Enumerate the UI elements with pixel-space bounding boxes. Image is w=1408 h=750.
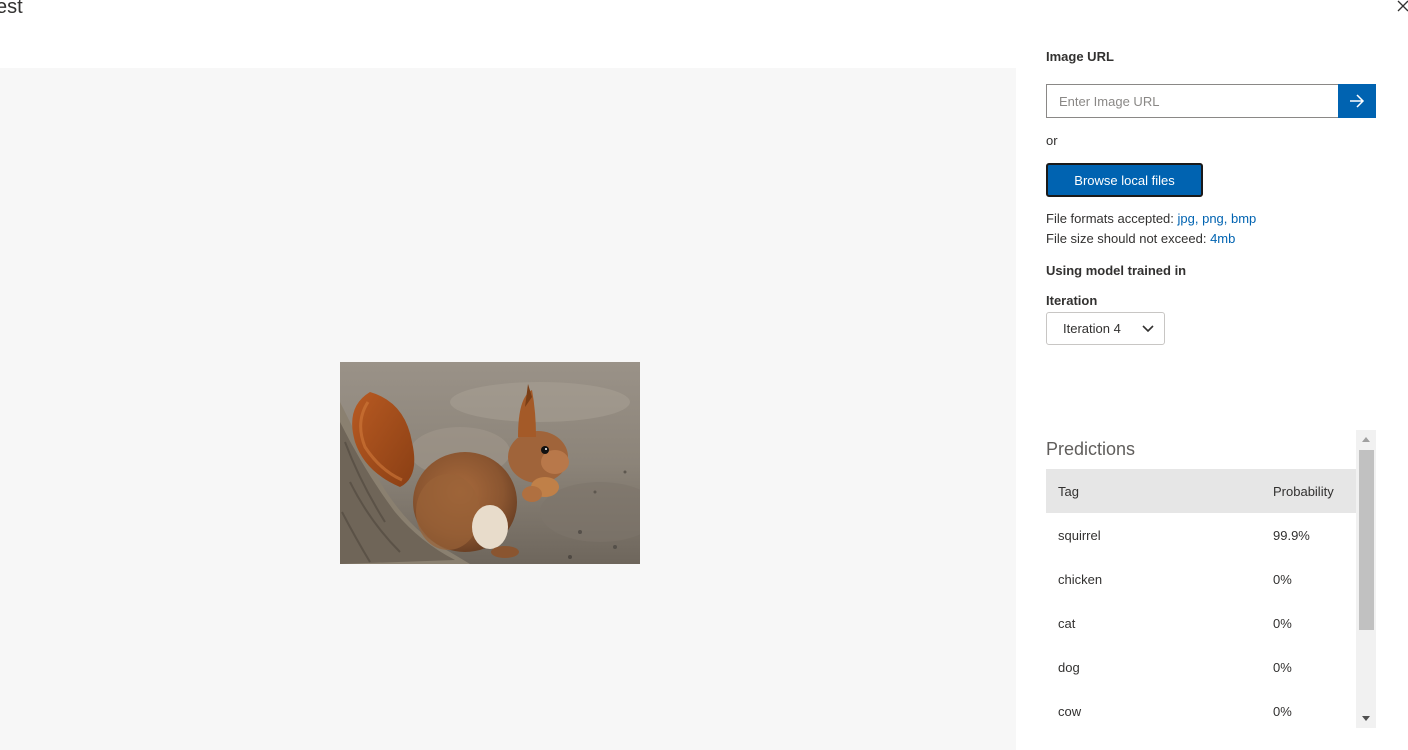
close-icon — [1397, 0, 1408, 12]
file-size-value: 4mb — [1210, 231, 1236, 246]
row-probability: 0% — [1273, 703, 1292, 719]
caret-down-icon — [1362, 716, 1370, 721]
image-url-input[interactable] — [1046, 84, 1338, 118]
column-header-probability[interactable]: Probability — [1273, 484, 1356, 499]
row-tag: cow — [1058, 703, 1082, 719]
or-separator: or — [1046, 133, 1058, 148]
dialog-title: est — [0, 0, 23, 18]
predictions-title: Predictions — [1046, 439, 1136, 459]
browse-local-files-button[interactable]: Browse local files — [1046, 163, 1203, 197]
scrollbar-thumb[interactable] — [1359, 450, 1374, 630]
row-tag: squirrel — [1058, 527, 1101, 543]
row-probability: 99.9% — [1273, 527, 1310, 543]
predictions-table-header: Tag Probability — [1046, 469, 1356, 513]
file-formats-text: File formats accepted: jpg, png, bmp — [1046, 211, 1256, 226]
image-preview-area — [0, 68, 1016, 750]
row-probability: 0% — [1273, 659, 1292, 675]
iteration-selected-value: Iteration 4 — [1063, 321, 1121, 336]
row-tag: cat — [1058, 615, 1076, 631]
scroll-up-button[interactable] — [1356, 430, 1376, 448]
file-size-label: File size should not exceed: — [1046, 231, 1207, 246]
table-row: chicken 0% — [1046, 557, 1356, 601]
row-tag: dog — [1058, 659, 1080, 675]
image-url-label: Image URL — [1046, 49, 1114, 64]
table-row: squirrel 99.9% — [1046, 513, 1356, 557]
table-row: dog 0% — [1046, 645, 1356, 689]
row-tag: chicken — [1058, 571, 1103, 587]
scroll-down-button[interactable] — [1356, 710, 1376, 728]
row-probability: 0% — [1273, 615, 1292, 631]
submit-url-button[interactable] — [1338, 84, 1376, 118]
table-row: cow 0% — [1046, 689, 1356, 733]
row-probability: 0% — [1273, 571, 1292, 587]
file-size-text: File size should not exceed: 4mb — [1046, 231, 1235, 246]
predictions-table: Tag Probability squirrel 99.9% chicken 0… — [1046, 469, 1356, 733]
table-row: cat 0% — [1046, 601, 1356, 645]
arrow-right-icon — [1350, 94, 1365, 108]
file-formats-value: jpg, png, bmp — [1177, 211, 1257, 226]
column-header-tag[interactable]: Tag — [1046, 484, 1273, 499]
file-formats-label: File formats accepted: — [1046, 211, 1174, 226]
model-heading: Using model trained in — [1046, 263, 1187, 278]
close-button[interactable] — [1396, 0, 1408, 18]
chevron-down-icon — [1142, 325, 1154, 333]
iteration-label: Iteration — [1046, 293, 1098, 308]
uploaded-image-squirrel — [340, 362, 640, 564]
caret-up-icon — [1362, 437, 1370, 442]
iteration-select[interactable]: Iteration 4 — [1046, 312, 1165, 345]
predictions-scrollbar[interactable] — [1356, 430, 1376, 728]
